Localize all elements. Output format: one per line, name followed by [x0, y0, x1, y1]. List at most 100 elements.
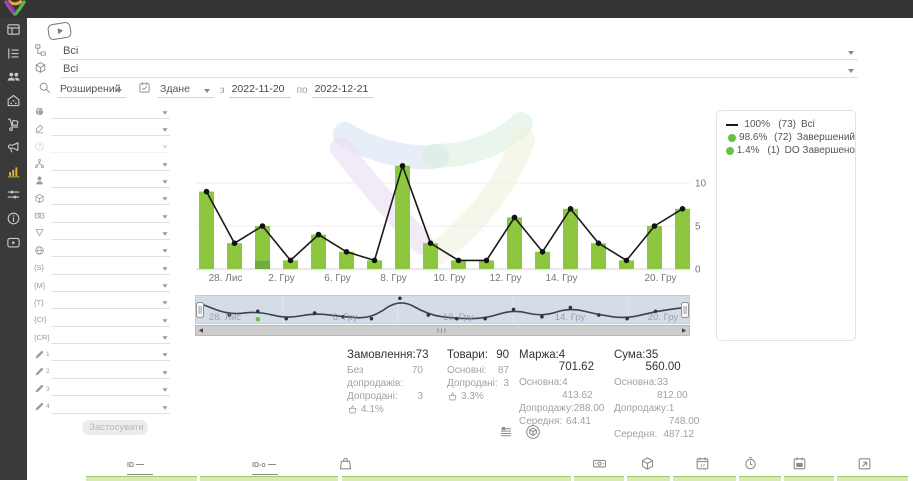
svg-text:14. Гру: 14. Гру: [546, 273, 578, 284]
money-icon: [34, 207, 45, 225]
chart-scrollbar[interactable]: [196, 326, 690, 336]
filter-row-sphere: [34, 103, 170, 120]
orders-chart: 051028. Лис2. Гру6. Гру8. Гру10. Гру12. …: [190, 104, 712, 292]
chevron-down-icon: [162, 111, 167, 114]
table-row-cell[interactable]: [739, 476, 781, 481]
video-tutorial-icon: [6, 233, 21, 251]
column-header-calendar-solid-icon[interactable]: [792, 455, 807, 473]
search-mode-row: Розширений Здане з 2022-11-20 по 2022-12…: [38, 82, 374, 98]
filter-row-globe: [34, 242, 170, 259]
apply-button[interactable]: Застосувати: [82, 420, 148, 435]
filter-row-hierarchy: [34, 155, 170, 172]
chevron-down-icon: [162, 388, 167, 391]
chevron-down-icon: [162, 336, 167, 339]
filter-select[interactable]: [51, 243, 170, 257]
navigator-handle[interactable]: [197, 303, 204, 318]
topbar: [0, 0, 913, 18]
column-header-id[interactable]: ID: [127, 454, 155, 478]
sidebar-item-statistics-chart[interactable]: [0, 162, 27, 182]
filter-select[interactable]: [51, 295, 170, 309]
orders-list-icon: [6, 45, 21, 63]
stat-footer: 4.1%: [347, 403, 423, 416]
filter-select[interactable]: [51, 191, 170, 205]
table-row-cell[interactable]: [673, 476, 736, 481]
navigator-handle[interactable]: [682, 303, 689, 318]
legend-item-do-завершено[interactable]: 1.4%(1)DO Завершено: [717, 144, 855, 157]
filter-select[interactable]: [51, 261, 170, 275]
column-header-id-o[interactable]: ID-o: [252, 454, 280, 478]
table-row-cell[interactable]: [784, 476, 834, 481]
chart-navigator[interactable]: 28. Лис6. Гру10. Гру14. Гру20. Гру: [195, 295, 690, 342]
filter-select[interactable]: [51, 330, 170, 344]
filter-select[interactable]: [51, 347, 170, 361]
legend-item-всі[interactable]: 100%(73)Всі: [717, 118, 855, 131]
help-icon: [34, 137, 45, 155]
sidebar-item-warehouse-home[interactable]: [0, 91, 27, 111]
sidebar-item-dashboard-panel[interactable]: [0, 20, 27, 40]
column-header-package-icon[interactable]: [640, 455, 655, 473]
list-flag-toggle[interactable]: [499, 423, 513, 441]
sidebar-item-customers-users[interactable]: [0, 67, 27, 87]
legend-line-swatch: [726, 124, 738, 126]
sidebar-item-orders-list[interactable]: [0, 44, 27, 64]
date-to-input[interactable]: 2022-12-21: [312, 83, 374, 98]
filter-select[interactable]: [51, 226, 170, 240]
category-select[interactable]: Всі: [61, 45, 858, 60]
stat-column-3: Маржа:4 701.62Основна:4 413.62Допродажу:…: [519, 349, 591, 428]
sidebar-item-settings-sliders[interactable]: [0, 185, 27, 205]
table-row-cell[interactable]: [627, 476, 670, 481]
svg-text:10: 10: [695, 179, 707, 190]
filter-row-person: [34, 172, 170, 189]
date-from-input[interactable]: 2022-11-20: [229, 83, 291, 98]
filter-select[interactable]: [51, 313, 170, 327]
funnel-icon: [34, 224, 45, 242]
filter-row-s: {S}: [34, 259, 170, 276]
legend-dot-swatch: [728, 134, 736, 142]
category-filter-row: Всі: [34, 44, 858, 60]
basket-icon: [447, 390, 458, 403]
column-header-calendar-date-icon[interactable]: [695, 455, 710, 473]
sidebar-item-info-circle[interactable]: [0, 209, 27, 229]
stat-column-1: Замовлення:73Без допродажів:70Допродані:…: [347, 349, 423, 416]
table-row-cell[interactable]: [86, 476, 197, 481]
filter-select[interactable]: [51, 400, 170, 414]
filter-row-pen-lines: [34, 120, 170, 137]
date-type-select[interactable]: Здане: [157, 83, 214, 98]
filter-select[interactable]: [51, 174, 170, 188]
chevron-down-icon: [848, 69, 854, 73]
table-row-cell[interactable]: [342, 476, 571, 481]
table-row-cell[interactable]: [837, 476, 908, 481]
filter-select[interactable]: [51, 382, 170, 396]
video-help-button[interactable]: [47, 21, 72, 40]
globe-icon: [34, 241, 45, 259]
filter-select[interactable]: [51, 105, 170, 119]
filter-select[interactable]: [51, 365, 170, 379]
stat-row: Основні:87: [447, 364, 509, 377]
brand-v-logo-icon: [3, 0, 27, 17]
cube-circle-toggle[interactable]: [525, 423, 541, 441]
legend-item-завершений[interactable]: 98.6%(72)Завершений: [717, 131, 855, 144]
column-header-bag-icon[interactable]: [338, 455, 353, 473]
filter-select[interactable]: [51, 157, 170, 171]
marketing-megaphone-icon: [6, 139, 21, 157]
product-select[interactable]: Всі: [61, 63, 858, 78]
filter-select[interactable]: [51, 122, 170, 136]
search-mode-select[interactable]: Розширений: [57, 83, 126, 98]
sidebar-item-video-tutorial[interactable]: [0, 232, 27, 252]
table-row-cell[interactable]: [200, 476, 338, 481]
filter-select[interactable]: [51, 139, 170, 153]
table-row-cell[interactable]: [574, 476, 624, 481]
product-filter-row: Всі: [34, 62, 858, 78]
column-header-clock-icon[interactable]: [743, 455, 758, 473]
filter-select[interactable]: [51, 278, 170, 292]
column-header-calendar-arrow-icon[interactable]: [857, 455, 872, 473]
date-to-label: по: [297, 85, 308, 96]
pencil-icon: [34, 363, 45, 381]
column-header-banknote-icon[interactable]: [592, 455, 607, 473]
chevron-down-icon: [162, 215, 167, 218]
filter-select[interactable]: [51, 209, 170, 223]
filter-panel: {S} {M} {T} {Ct} {CR} 1 2 3 4: [34, 103, 170, 415]
sidebar-item-supply-trolley[interactable]: [0, 114, 27, 134]
sidebar-item-marketing-megaphone[interactable]: [0, 138, 27, 158]
svg-text:6. Гру: 6. Гру: [332, 312, 357, 323]
